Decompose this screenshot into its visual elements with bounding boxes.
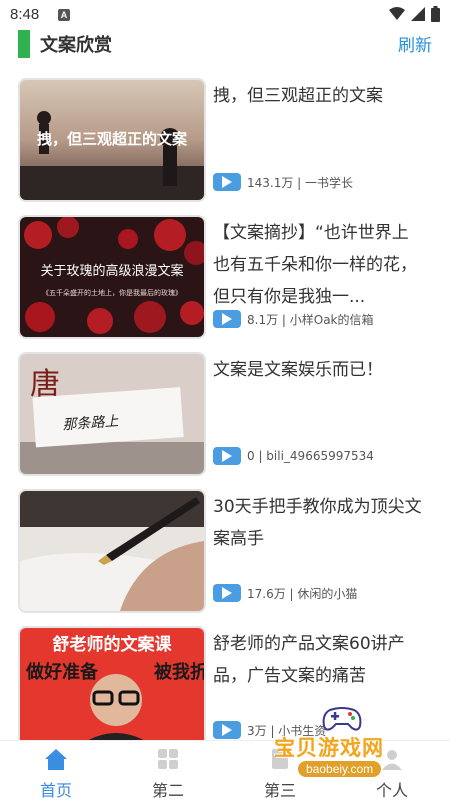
play-icon bbox=[213, 447, 241, 465]
thumbnail-caption: 关于玫瑰的高级浪漫文案 bbox=[40, 263, 183, 279]
item-title: 【文案摘抄】“也许世界上也有五千朵和你一样的花，但只有你是我独一... bbox=[213, 223, 417, 307]
signal-icon bbox=[411, 7, 425, 21]
bottom-nav: 首页 第二 第三 个人 bbox=[0, 740, 450, 800]
thumbnail-left-text: 做好准备 bbox=[25, 661, 99, 683]
battery-icon bbox=[431, 6, 440, 22]
person-icon bbox=[382, 750, 402, 770]
item-stats: 17.6万 | 休闲的小猫 bbox=[247, 586, 358, 601]
item-meta: 3万 | 小书生资 bbox=[213, 721, 326, 739]
list-item[interactable]: 拽，但三观超正的文案 拽，但三观超正的文案 143.1万 | 一书学长 bbox=[18, 72, 438, 202]
thumbnail: 唐 那条路上 bbox=[18, 352, 206, 476]
item-stats: 143.1万 | 一书学长 bbox=[247, 175, 354, 190]
grid-icon bbox=[158, 749, 178, 769]
item-title: 舒老师的产品文案60讲产品，广告文案的痛苦 bbox=[213, 634, 405, 686]
thumbnail-subcaption: 《五千朵盛开的土地上，你是我最后的玫瑰》 bbox=[42, 288, 182, 297]
thumbnail-caption: 拽，但三观超正的文案 bbox=[37, 130, 188, 148]
play-icon bbox=[213, 173, 241, 191]
list-item[interactable]: 30天手把手教你成为顶尖文案高手 17.6万 | 休闲的小猫 bbox=[18, 483, 438, 613]
nav-item-second[interactable]: 第二 bbox=[112, 741, 224, 800]
wifi-icon bbox=[389, 7, 405, 20]
home-icon bbox=[45, 749, 67, 770]
app-header: 文案欣赏 刷新 bbox=[0, 30, 450, 60]
item-title: 文案是文案娱乐而已！ bbox=[213, 360, 383, 380]
thumbnail: 拽，但三观超正的文案 bbox=[18, 78, 206, 202]
thumbnail bbox=[18, 489, 206, 613]
list-item[interactable]: 唐 那条路上 文案是文案娱乐而已！ 0 | bili_49665997534 bbox=[18, 346, 438, 476]
item-meta: 8.1万 | 小样Oak的信箱 bbox=[213, 310, 374, 328]
status-bar: 8:48 A bbox=[0, 0, 450, 30]
thumbnail-right-text: 被我折磨 bbox=[154, 661, 204, 683]
status-time: 8:48 bbox=[10, 6, 40, 23]
item-stats: 0 | bili_49665997534 bbox=[247, 449, 374, 463]
play-icon bbox=[213, 721, 241, 739]
thumbnail: 舒老师的文案课 做好准备 被我折磨 bbox=[18, 626, 206, 750]
play-icon bbox=[213, 310, 241, 328]
list-item[interactable]: 关于玫瑰的高级浪漫文案 《五千朵盛开的土地上，你是我最后的玫瑰》 【文案摘抄】“… bbox=[18, 209, 438, 339]
nav-label: 第二 bbox=[151, 781, 184, 800]
notification-icon: A bbox=[58, 9, 70, 21]
nav-item-home[interactable]: 首页 bbox=[0, 741, 112, 800]
nav-label: 第三 bbox=[263, 781, 296, 800]
item-meta: 143.1万 | 一书学长 bbox=[213, 173, 353, 191]
nav-label: 个人 bbox=[375, 781, 408, 800]
item-title: 30天手把手教你成为顶尖文案高手 bbox=[213, 497, 422, 549]
refresh-button[interactable]: 刷新 bbox=[398, 31, 432, 56]
play-icon bbox=[213, 584, 241, 602]
item-title: 拽，但三观超正的文案 bbox=[213, 86, 383, 106]
item-stats: 8.1万 | 小样Oak的信箱 bbox=[247, 312, 374, 327]
page-title: 文案欣赏 bbox=[40, 35, 112, 56]
nav-item-profile[interactable]: 个人 bbox=[336, 741, 448, 800]
status-icons bbox=[389, 6, 440, 22]
thumbnail: 关于玫瑰的高级浪漫文案 《五千朵盛开的土地上，你是我最后的玫瑰》 bbox=[18, 215, 206, 339]
header-accent-bar bbox=[18, 30, 30, 58]
nav-item-third[interactable]: 第三 bbox=[224, 741, 336, 800]
nav-label: 首页 bbox=[39, 781, 72, 800]
item-meta: 17.6万 | 休闲的小猫 bbox=[213, 584, 357, 602]
item-meta: 0 | bili_49665997534 bbox=[213, 447, 374, 465]
thumbnail-caption: 舒老师的文案课 bbox=[53, 634, 173, 655]
item-stats: 3万 | 小书生资 bbox=[247, 723, 327, 738]
list-item[interactable]: 舒老师的文案课 做好准备 被我折磨 舒老师的产品文案60讲产品，广告文案的痛苦 … bbox=[18, 620, 438, 750]
document-icon bbox=[272, 749, 288, 769]
